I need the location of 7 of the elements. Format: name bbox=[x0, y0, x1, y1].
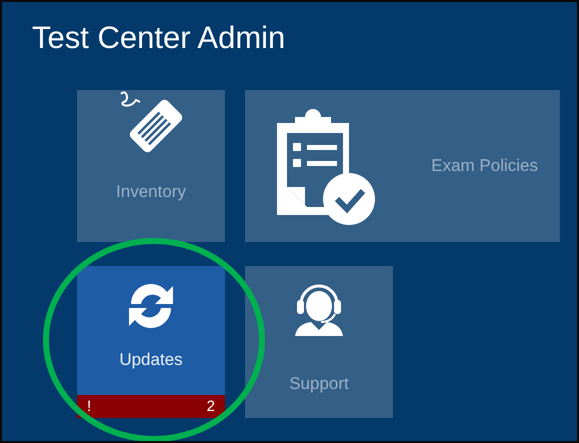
app-title: Test Center Admin bbox=[32, 20, 286, 56]
menu-tile[interactable]: Updates ! 2 bbox=[77, 266, 225, 418]
menu-tile[interactable]: Inventory bbox=[77, 90, 225, 242]
menu-tile[interactable]: Support bbox=[245, 266, 393, 418]
alert-count: 2 bbox=[206, 398, 215, 415]
menu-tile[interactable]: Exam Policies bbox=[245, 90, 560, 242]
alert-mark: ! bbox=[87, 398, 92, 415]
